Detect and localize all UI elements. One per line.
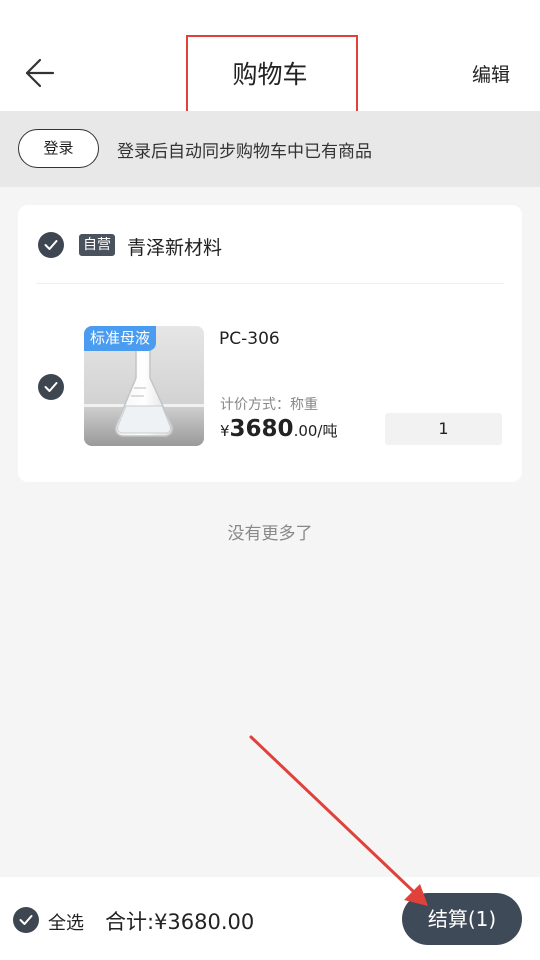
item-checkbox[interactable] [38,374,64,400]
price-currency: ¥ [220,422,230,440]
total-price: 合计:¥3680.00 [105,910,255,934]
login-button[interactable]: 登录 [18,129,99,168]
self-operated-badge: 自营 [79,234,115,256]
shop-checkbox[interactable] [38,232,64,258]
cart-page: 购物车 编辑 登录 登录后自动同步购物车中已有商品 自营 青泽新材料 标准母液 … [0,0,540,960]
login-tip: 登录后自动同步购物车中已有商品 [117,142,372,162]
price-decimal-unit: .00/吨 [293,422,338,440]
checkout-button[interactable]: 结算(1) [402,893,522,945]
divider [36,283,504,284]
edit-button[interactable]: 编辑 [472,60,510,87]
check-icon [44,240,58,250]
header: 购物车 编辑 [0,0,540,111]
check-icon [19,915,33,925]
product-image-tag: 标准母液 [84,326,157,351]
shop-card: 自营 青泽新材料 标准母液 PC-306 计价方式：称重 ¥3680.00/吨 … [18,205,522,482]
price-method: 计价方式：称重 [220,397,318,413]
product-name[interactable]: PC-306 [219,329,280,349]
shop-name[interactable]: 青泽新材料 [127,233,222,260]
check-icon [44,382,58,392]
list-end-text: 没有更多了 [227,524,313,544]
bottom-bar: 全选 合计:¥3680.00 结算(1) [0,877,540,960]
quantity-input[interactable]: 1 [385,413,502,445]
page-title: 购物车 [232,60,308,89]
select-all-checkbox[interactable] [13,907,39,933]
price-integer: 3680 [229,416,294,442]
select-all-label[interactable]: 全选 [48,909,84,935]
login-banner: 登录 登录后自动同步购物车中已有商品 [0,111,540,187]
product-image[interactable]: 标准母液 [84,326,204,446]
product-price: ¥3680.00/吨 [220,416,337,442]
